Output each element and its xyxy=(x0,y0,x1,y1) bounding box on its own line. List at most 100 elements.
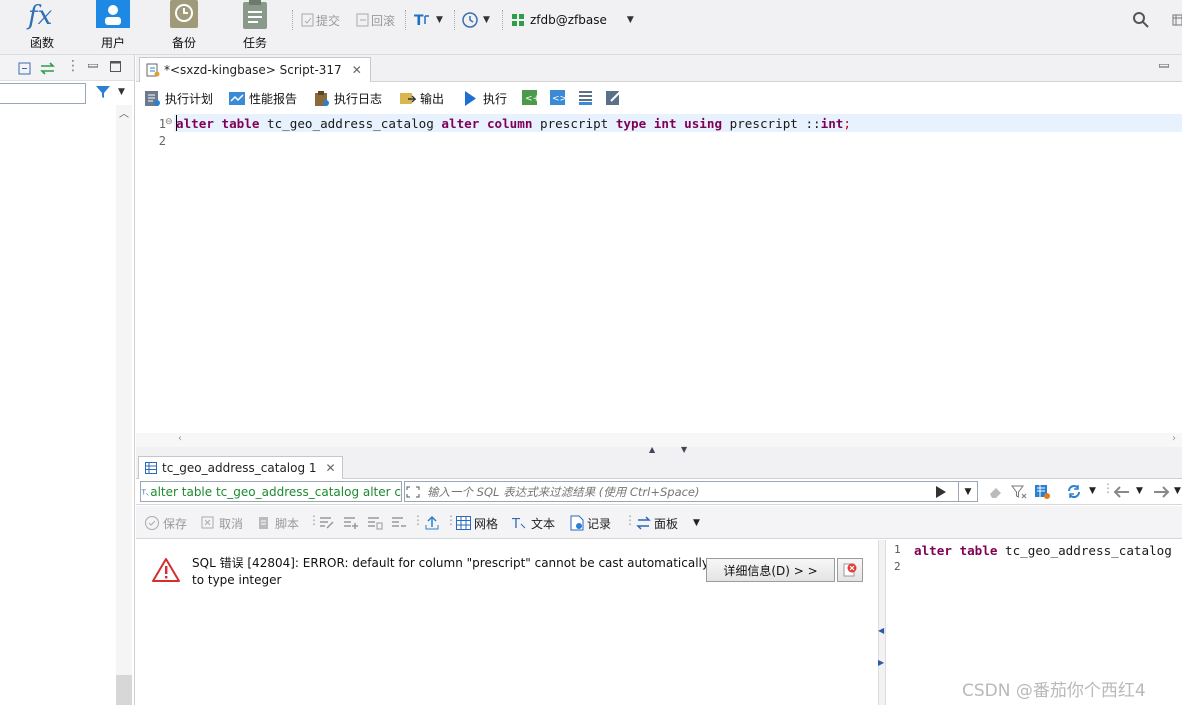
filter-settings-icon[interactable] xyxy=(1011,484,1027,500)
details-button[interactable]: 详细信息(D) > > xyxy=(706,558,835,582)
collapse-left-icon[interactable]: ◀ xyxy=(878,626,884,635)
line-number: 2 xyxy=(158,134,166,148)
fold-icon[interactable]: ⊖ xyxy=(165,117,173,127)
chevron-down-icon[interactable]: ▼ xyxy=(627,15,634,25)
grid-icon xyxy=(456,516,471,530)
apply-filter-icon[interactable] xyxy=(935,485,947,499)
functions-button[interactable]: fx 函数 xyxy=(16,0,68,52)
grid-label: 网格 xyxy=(474,516,499,531)
search-button[interactable] xyxy=(1132,10,1150,30)
navigator-panel: ⋮ ▼ ︿ xyxy=(0,55,135,705)
history-button[interactable]: ▼ xyxy=(461,10,490,30)
navigator-filter-input[interactable] xyxy=(0,83,86,104)
format-sql-icon[interactable]: <> xyxy=(549,89,567,106)
scroll-left-icon[interactable]: ‹ xyxy=(178,433,182,444)
perspective-button[interactable] xyxy=(1170,10,1182,30)
search-icon xyxy=(1133,12,1149,28)
backup-button[interactable]: 备份 xyxy=(158,0,210,52)
chevron-down-icon[interactable]: ▼ xyxy=(118,87,125,97)
execute-button[interactable]: 执行 xyxy=(462,87,507,109)
sql-preview-line-1: alter table tc_geo_address_catalog xyxy=(914,543,1182,558)
scrollbar-thumb[interactable] xyxy=(116,675,132,705)
view-menu-icon[interactable]: ⋮ xyxy=(66,58,80,74)
grid-view-button[interactable]: 网格 xyxy=(456,514,498,532)
transaction-mode-button[interactable]: T ▼ xyxy=(414,10,443,30)
new-script-icon[interactable]: <+ xyxy=(521,89,539,106)
navigator-scrollbar[interactable] xyxy=(116,105,132,705)
cancel-icon xyxy=(201,516,214,529)
link-editor-icon[interactable] xyxy=(39,62,56,75)
back-arrow-icon[interactable] xyxy=(1113,486,1131,498)
forward-arrow-icon[interactable] xyxy=(1152,486,1170,498)
error-log-button[interactable] xyxy=(837,558,863,582)
expand-right-icon[interactable]: ▶ xyxy=(878,658,884,667)
maximize-results-icon[interactable]: ▼ xyxy=(681,445,687,454)
eraser-icon[interactable] xyxy=(988,485,1004,499)
results-tab-title: tc_geo_address_catalog 1 xyxy=(162,461,317,475)
edit-row-icon[interactable] xyxy=(319,516,335,530)
output-button[interactable]: 输出 xyxy=(399,87,444,109)
collapse-all-icon[interactable] xyxy=(18,62,31,75)
exec-plan-button[interactable]: 执行计划 xyxy=(144,87,213,109)
keyword-token: type xyxy=(615,116,647,131)
cancel-button[interactable]: 取消 xyxy=(200,514,243,532)
toolbar-separator xyxy=(454,10,456,30)
scroll-up-icon[interactable]: ︿ xyxy=(119,105,129,120)
filter-history-dropdown[interactable]: ▼ xyxy=(958,481,978,502)
text-view-button[interactable]: T 文本 xyxy=(512,514,555,532)
chevron-down-icon[interactable]: ▼ xyxy=(436,15,443,25)
copy-row-icon[interactable] xyxy=(367,516,383,530)
panel-toggle-strip[interactable]: ◀ ▶ xyxy=(878,540,886,705)
refresh-icon[interactable] xyxy=(1066,483,1082,500)
edit-icon[interactable] xyxy=(605,89,623,106)
perf-report-label: 性能报告 xyxy=(249,91,298,106)
maximize-icon[interactable] xyxy=(110,61,121,72)
editor-horizontal-scrollbar[interactable]: ‹ › xyxy=(136,433,1182,447)
tasks-button[interactable]: 任务 xyxy=(229,0,281,52)
sql-editor[interactable]: 1 ⊖ 2 alter table tc_geo_address_catalog… xyxy=(136,112,1182,434)
chevron-down-icon[interactable]: ▼ xyxy=(1174,486,1181,496)
minimize-icon[interactable] xyxy=(88,64,98,68)
record-view-button[interactable]: 记录 xyxy=(570,514,611,532)
chevron-down-icon[interactable]: ▼ xyxy=(1089,486,1096,496)
rollback-button[interactable]: 回滚 xyxy=(355,10,395,30)
commit-button[interactable]: 提交 xyxy=(300,10,340,30)
export-icon[interactable] xyxy=(425,515,439,531)
error-message-line2: to type integer xyxy=(192,573,282,587)
rollback-icon xyxy=(356,13,369,27)
keyword-token: using xyxy=(684,116,723,131)
code-line-1[interactable]: alter table tc_geo_address_catalog alter… xyxy=(176,116,851,131)
filter-icon[interactable] xyxy=(95,85,111,99)
transaction-mode-icon: T xyxy=(414,13,429,28)
scroll-right-icon[interactable]: › xyxy=(1172,433,1176,444)
chevron-down-icon[interactable]: ▼ xyxy=(483,15,490,25)
save-button[interactable]: 保存 xyxy=(144,514,187,532)
add-row-icon[interactable] xyxy=(343,516,359,530)
close-icon[interactable]: ✕ xyxy=(352,63,362,77)
script-button[interactable]: 脚本 xyxy=(256,514,299,532)
exec-log-button[interactable]: 执行日志 xyxy=(313,87,382,109)
close-icon[interactable]: ✕ xyxy=(326,461,336,475)
perf-report-button[interactable]: 性能报告 xyxy=(228,87,297,109)
backup-icon xyxy=(170,0,198,28)
tab-results[interactable]: tc_geo_address_catalog 1 ✕ xyxy=(138,456,343,479)
lines-icon[interactable] xyxy=(577,89,595,106)
connection-selector[interactable]: zfdb@zfbase ▼ xyxy=(511,10,634,30)
users-button[interactable]: 用户 xyxy=(87,0,139,52)
refresh-grid-icon[interactable] xyxy=(1034,483,1051,500)
function-icon: fx xyxy=(26,1,53,30)
chevron-down-icon[interactable]: ▼ xyxy=(693,518,700,528)
results-filter-input[interactable] xyxy=(404,481,959,502)
panels-button[interactable]: 面板 ▼ xyxy=(636,514,700,532)
warning-icon xyxy=(152,558,180,582)
script-file-icon xyxy=(146,63,160,77)
minimize-icon[interactable] xyxy=(1159,64,1169,68)
delete-row-icon[interactable] xyxy=(391,516,407,530)
chevron-down-icon[interactable]: ▼ xyxy=(1136,486,1143,496)
tab-script[interactable]: *<sxzd-kingbase> Script-317 ✕ xyxy=(139,57,371,82)
tasks-label: 任务 xyxy=(242,36,267,50)
maximize-editor-icon[interactable]: ▲ xyxy=(649,445,655,454)
query-preview-field[interactable]: T alter table tc_geo_address_catalog alt… xyxy=(140,481,402,502)
filter-expression-input[interactable] xyxy=(427,484,947,499)
